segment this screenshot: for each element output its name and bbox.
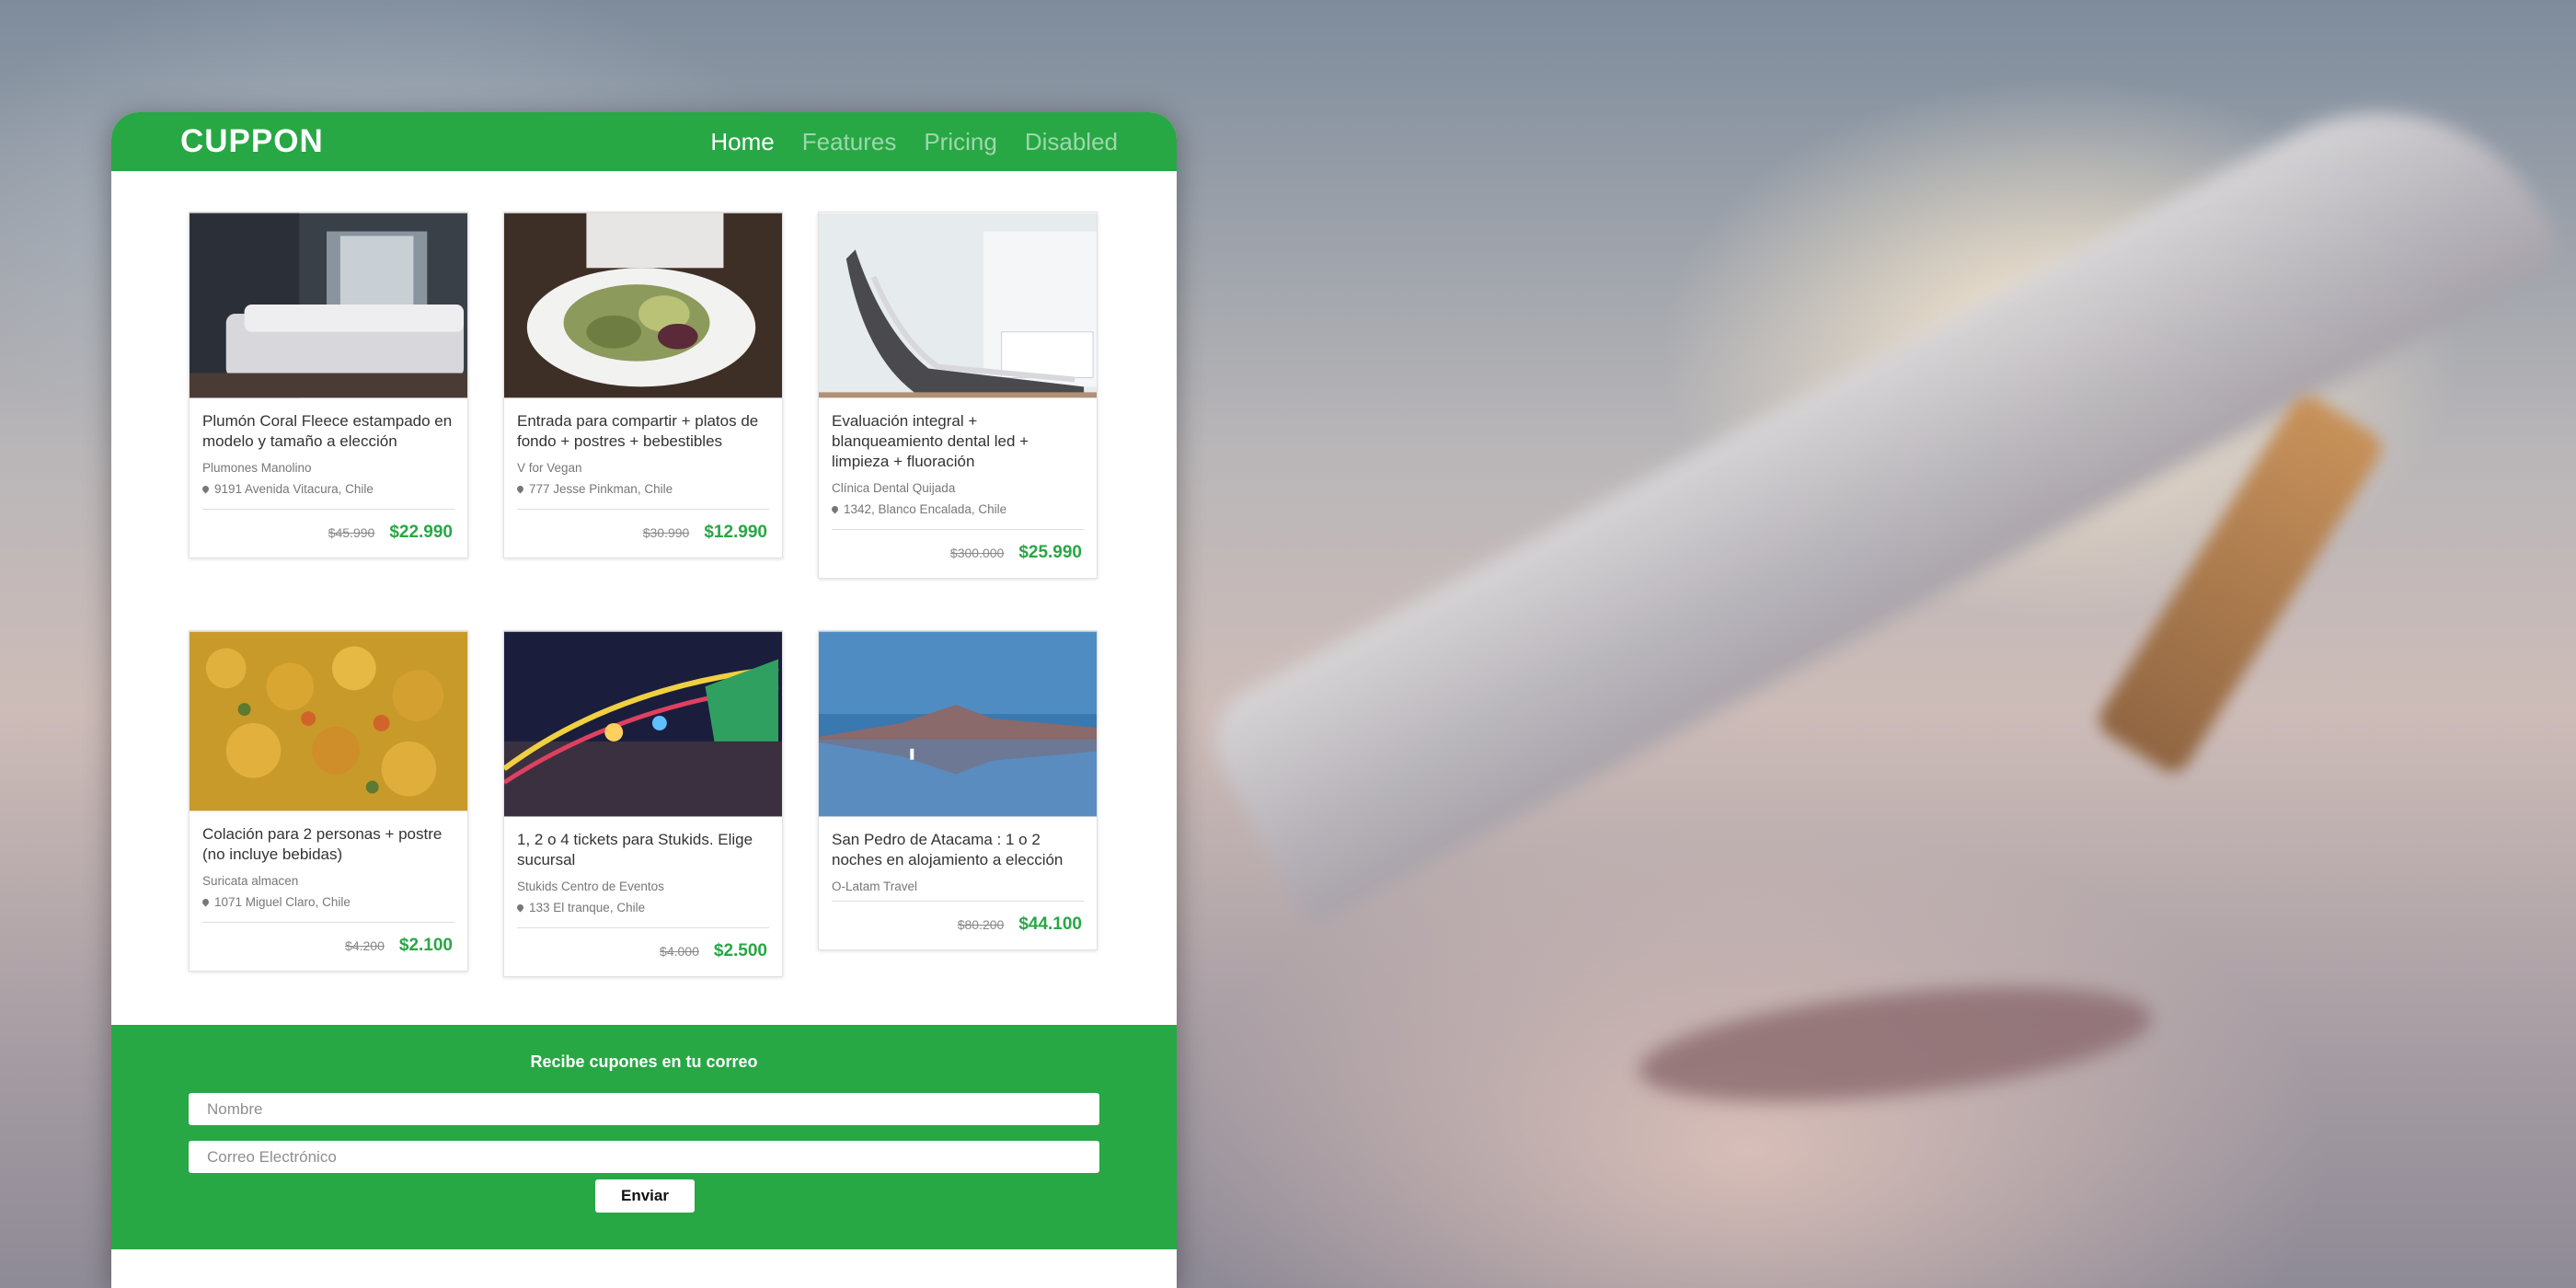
card-body: Evaluación integral + blanqueamiento den…	[819, 398, 1097, 530]
name-input[interactable]	[189, 1093, 1099, 1125]
nav-pricing[interactable]: Pricing	[924, 128, 996, 156]
card-body: Colación para 2 personas + postre (no in…	[190, 811, 467, 923]
new-price: $2.500	[713, 941, 767, 960]
old-price: $4.000	[660, 944, 699, 959]
map-pin-icon	[201, 897, 211, 907]
map-pin-icon	[201, 484, 211, 494]
card-title[interactable]: Entrada para compartir + platos de fondo…	[517, 411, 769, 452]
card-location-text: 1071 Miguel Claro, Chile	[214, 895, 351, 909]
card-location-text: 1342, Blanco Encalada, Chile	[844, 502, 1007, 516]
coupon-card[interactable]: Entrada para compartir + platos de fondo…	[503, 212, 783, 558]
card-body: 1, 2 o 4 tickets para Stukids. Elige suc…	[504, 817, 782, 928]
atacama-lagoon-photo	[819, 631, 1097, 817]
card-title[interactable]: Evaluación integral + blanqueamiento den…	[832, 411, 1084, 472]
old-price: $80.200	[957, 917, 1005, 932]
nav-links: Home Features Pricing Disabled	[710, 128, 1118, 156]
card-location-text: 9191 Avenida Vitacura, Chile	[214, 482, 374, 496]
card-title[interactable]: Colación para 2 personas + postre (no in…	[202, 824, 454, 865]
browser-page: CUPPON Home Features Pricing Disabled Pl…	[111, 112, 1177, 1288]
card-footer: $4.200 $2.100	[190, 923, 467, 971]
card-vendor: Stukids Centro de Eventos	[517, 880, 664, 893]
card-title[interactable]: 1, 2 o 4 tickets para Stukids. Elige suc…	[517, 830, 769, 870]
flap-shape	[1633, 967, 2157, 1121]
map-pin-icon	[515, 903, 525, 913]
card-vendor: Clínica Dental Quijada	[832, 481, 956, 495]
card-title[interactable]: San Pedro de Atacama : 1 o 2 noches en a…	[832, 830, 1084, 870]
card-location: 1071 Miguel Claro, Chile	[201, 895, 454, 909]
coupon-grid: Plumón Coral Fleece estampado en modelo …	[111, 171, 1177, 1027]
new-price: $25.990	[1018, 543, 1082, 562]
card-location: 777 Jesse Pinkman, Chile	[515, 482, 769, 496]
old-price: $30.990	[642, 525, 690, 540]
coupon-card[interactable]: San Pedro de Atacama : 1 o 2 noches en a…	[818, 630, 1098, 950]
old-price: $45.990	[328, 525, 375, 540]
new-price: $22.990	[389, 523, 453, 542]
card-footer: $30.990 $12.990	[504, 510, 782, 558]
card-vendor: O-Latam Travel	[832, 880, 918, 893]
card-location-text: 777 Jesse Pinkman, Chile	[529, 482, 673, 496]
map-pin-icon	[515, 484, 525, 494]
coupon-card[interactable]: 1, 2 o 4 tickets para Stukids. Elige suc…	[503, 630, 783, 977]
new-price: $2.100	[398, 936, 453, 955]
card-body: Entrada para compartir + platos de fondo…	[504, 398, 782, 510]
new-price: $12.990	[704, 523, 767, 542]
dental-chair-photo	[819, 213, 1097, 398]
card-footer: $300.000 $25.990	[819, 530, 1097, 578]
card-vendor: Plumones Manolino	[202, 461, 312, 475]
bedroom-photo	[190, 213, 467, 398]
old-price: $300.000	[949, 546, 1005, 560]
old-price: $4.200	[345, 938, 385, 953]
map-pin-icon	[830, 504, 840, 514]
email-input[interactable]	[189, 1141, 1099, 1173]
card-vendor: Suricata almacen	[202, 874, 299, 888]
food-dish-photo	[190, 631, 467, 811]
card-location: 133 El tranque, Chile	[515, 901, 769, 914]
brand-logo[interactable]: CUPPON	[180, 123, 324, 160]
nav-disabled: Disabled	[1024, 127, 1118, 155]
card-title[interactable]: Plumón Coral Fleece estampado en modelo …	[202, 411, 454, 452]
card-footer: $45.990 $22.990	[190, 510, 467, 558]
salad-plate-photo	[504, 213, 782, 398]
card-location: 1342, Blanco Encalada, Chile	[830, 502, 1084, 516]
send-button[interactable]: Enviar	[595, 1179, 695, 1213]
wing-shape	[1196, 48, 2568, 929]
card-location: 9191 Avenida Vitacura, Chile	[201, 482, 454, 496]
card-body: San Pedro de Atacama : 1 o 2 noches en a…	[819, 817, 1097, 902]
navbar: CUPPON Home Features Pricing Disabled	[111, 112, 1177, 171]
coupon-card[interactable]: Evaluación integral + blanqueamiento den…	[818, 212, 1098, 579]
newsletter-section: Recibe cupones en tu correo Enviar	[111, 1025, 1177, 1249]
newsletter-title: Recibe cupones en tu correo	[530, 1052, 758, 1071]
nav-features[interactable]: Features	[802, 128, 897, 156]
nav-home[interactable]: Home	[710, 128, 774, 156]
card-location-text: 133 El tranque, Chile	[529, 901, 646, 914]
new-price: $44.100	[1018, 914, 1082, 934]
coupon-card[interactable]: Plumón Coral Fleece estampado en modelo …	[189, 212, 468, 558]
card-vendor: V for Vegan	[517, 461, 582, 475]
coupon-card[interactable]: Colación para 2 personas + postre (no in…	[189, 630, 468, 972]
card-footer: $4.000 $2.500	[504, 928, 782, 976]
fair-night-photo	[504, 631, 782, 817]
card-body: Plumón Coral Fleece estampado en modelo …	[190, 398, 467, 510]
card-footer: $80.200 $44.100	[819, 902, 1097, 949]
